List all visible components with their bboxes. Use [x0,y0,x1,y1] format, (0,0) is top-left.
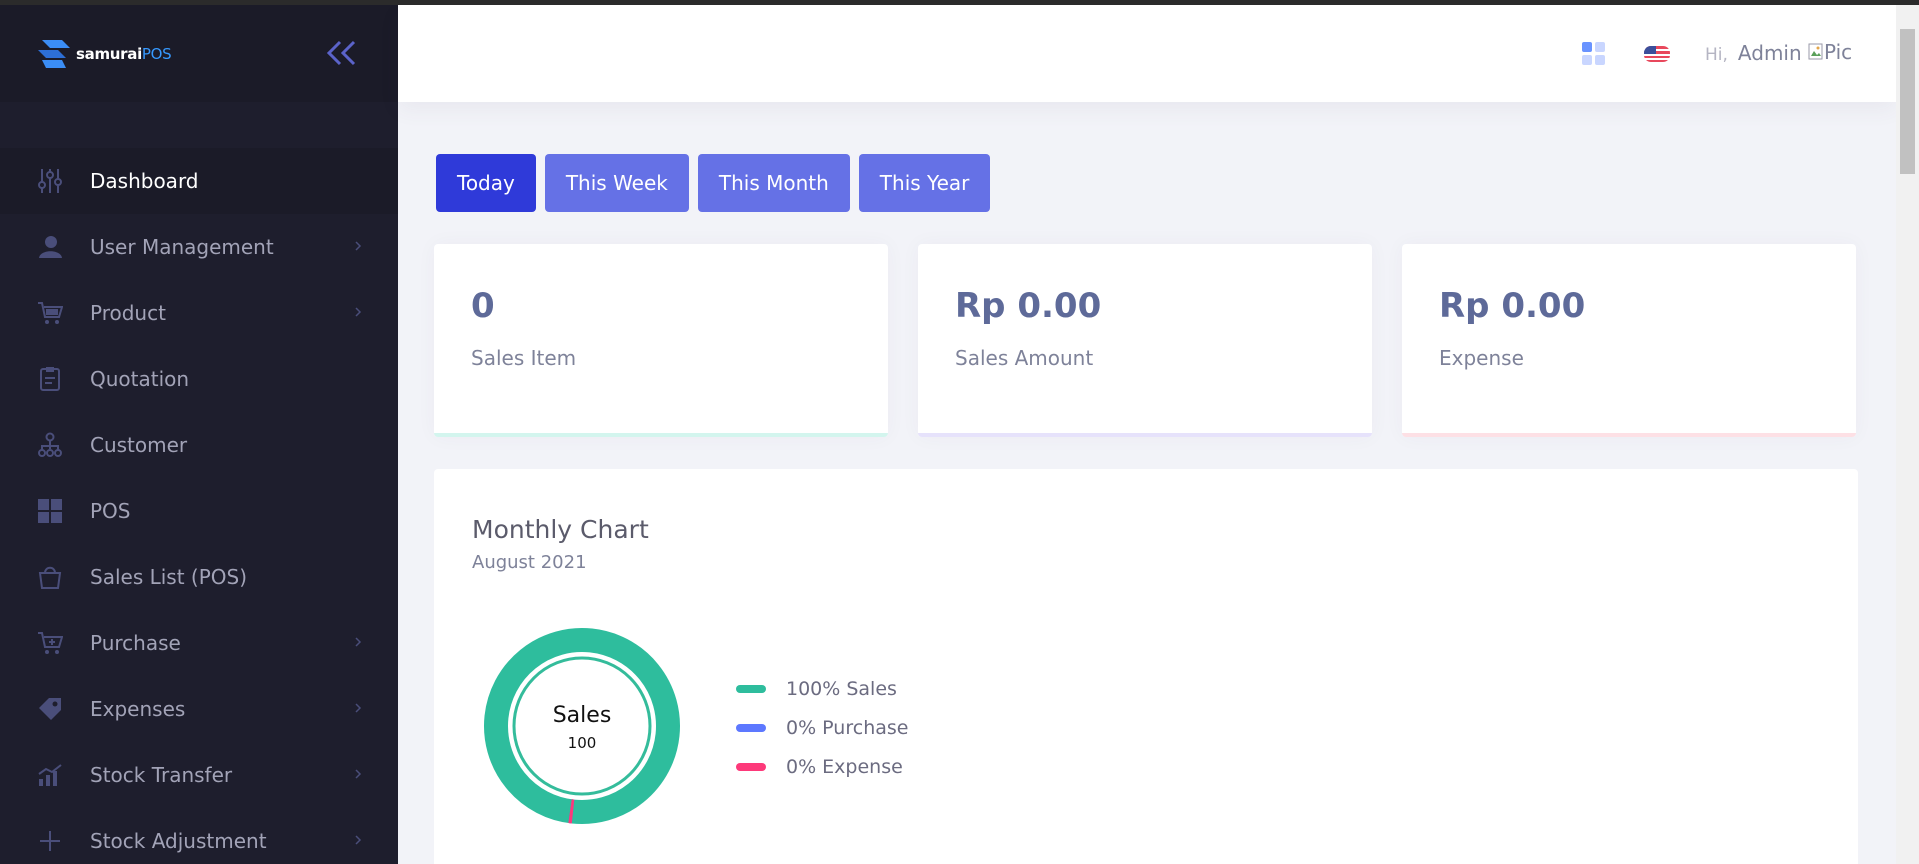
legend-text: 0% Purchase [786,716,909,739]
legend-item-purchase[interactable]: 0% Purchase [736,708,908,747]
scrollbar-thumb[interactable] [1900,29,1915,174]
brand-name-main: samurai [76,44,142,63]
chart-title: Monthly Chart [472,515,649,544]
user-icon [36,233,64,261]
sidebar-item-label: Stock Transfer [90,763,233,787]
stat-card-sales-item: 0 Sales Item [434,244,888,437]
filter-this-week-button[interactable]: This Week [544,154,689,212]
plus-icon [36,827,64,855]
donut-center-label: Sales [553,703,612,728]
apps-button[interactable] [1581,41,1607,67]
stat-card-accent-bar [918,433,1372,437]
legend-text: 0% Expense [786,755,903,778]
sidebar-item-user-management[interactable]: User Management [0,214,398,280]
sidebar-item-label: POS [90,499,131,523]
brand-logo[interactable]: samuraiPOS [36,36,172,72]
stat-label: Sales Amount [955,346,1094,370]
avatar-alt-text: Pic [1824,40,1853,64]
chevron-right-icon [355,703,362,713]
sliders-icon [36,167,64,195]
filter-this-year-button[interactable]: This Year [858,154,991,212]
cart-add-icon [36,629,64,657]
sidebar-item-label: User Management [90,235,274,259]
brand-name-suffix: POS [141,44,172,63]
tag-icon [36,695,64,723]
sidebar-item-stock-transfer[interactable]: Stock Transfer [0,742,398,808]
brand-name: samuraiPOS [76,44,172,63]
chevron-right-icon [355,241,362,251]
cart-icon [36,299,64,327]
user-menu[interactable]: Hi, Admin [1705,41,1802,65]
stat-value: Rp 0.00 [955,286,1102,326]
chevron-right-icon [355,835,362,845]
legend-swatch [736,762,766,771]
stat-card-expense: Rp 0.00 Expense [1402,244,1856,437]
legend-item-sales[interactable]: 100% Sales [736,669,908,708]
stat-label: Sales Item [471,346,577,370]
greeting-text: Hi, [1705,45,1728,65]
date-filter-group: Today This Week This Month This Year [436,154,991,212]
window-top-border [0,0,1919,5]
stat-card-accent-bar [1402,433,1856,437]
sidebar-item-label: Dashboard [90,169,199,193]
top-header: Hi, Admin Pic [398,5,1896,102]
sidebar-item-label: Expenses [90,697,186,721]
filter-this-month-button[interactable]: This Month [697,154,850,212]
chart-subtitle: August 2021 [472,552,587,573]
clipboard-icon [36,365,64,393]
us-flag-icon [1644,46,1670,62]
stat-label: Expense [1439,346,1524,370]
double-chevron-left-icon [326,40,356,66]
sidebar-item-purchase[interactable]: Purchase [0,610,398,676]
sidebar-item-label: Sales List (POS) [90,565,248,589]
bag-icon [36,563,64,591]
chevron-right-icon [355,769,362,779]
legend-swatch [736,684,766,693]
sidebar: samuraiPOS Dashboard User Management Pro… [0,5,398,864]
stat-value: Rp 0.00 [1439,286,1586,326]
legend-item-expense[interactable]: 0% Expense [736,747,908,786]
sidebar-item-label: Purchase [90,631,181,655]
sidebar-item-stock-adjustment[interactable]: Stock Adjustment [0,808,398,864]
legend-swatch [736,723,766,732]
donut-chart: Sales 100 [484,628,680,824]
broken-image-icon [1808,43,1823,60]
sidebar-item-quotation[interactable]: Quotation [0,346,398,412]
sidebar-item-label: Quotation [90,367,190,391]
sidebar-item-label: Product [90,301,166,325]
network-icon [36,431,64,459]
sidebar-item-sales-list[interactable]: Sales List (POS) [0,544,398,610]
brand-header: samuraiPOS [0,5,398,102]
sidebar-item-label: Customer [90,433,188,457]
grid-icon [36,497,64,525]
sidebar-item-product[interactable]: Product [0,280,398,346]
chevron-right-icon [355,307,362,317]
legend-text: 100% Sales [786,677,897,700]
username: Admin [1737,41,1802,65]
logo-icon [38,39,70,68]
language-button[interactable] [1644,46,1670,62]
stat-card-accent-bar [434,433,888,437]
stat-value: 0 [471,286,495,326]
sidebar-collapse-button[interactable] [326,40,358,66]
sidebar-item-pos[interactable]: POS [0,478,398,544]
chart-bars-icon [36,761,64,789]
chevron-right-icon [355,637,362,647]
avatar[interactable]: Pic [1808,40,1852,64]
sidebar-item-expenses[interactable]: Expenses [0,676,398,742]
page-scrollbar[interactable] [1896,5,1919,864]
filter-today-button[interactable]: Today [436,154,536,212]
sidebar-menu: Dashboard User Management Product Quotat… [0,148,398,864]
donut-center-value: 100 [568,734,597,752]
apps-grid-icon [1582,42,1605,65]
stat-card-sales-amount: Rp 0.00 Sales Amount [918,244,1372,437]
chart-legend: 100% Sales 0% Purchase 0% Expense [736,669,908,786]
monthly-chart-card: Monthly Chart August 2021 Sales 100 100%… [434,469,1858,864]
sidebar-item-dashboard[interactable]: Dashboard [0,148,398,214]
sidebar-item-label: Stock Adjustment [90,829,267,853]
sidebar-item-customer[interactable]: Customer [0,412,398,478]
